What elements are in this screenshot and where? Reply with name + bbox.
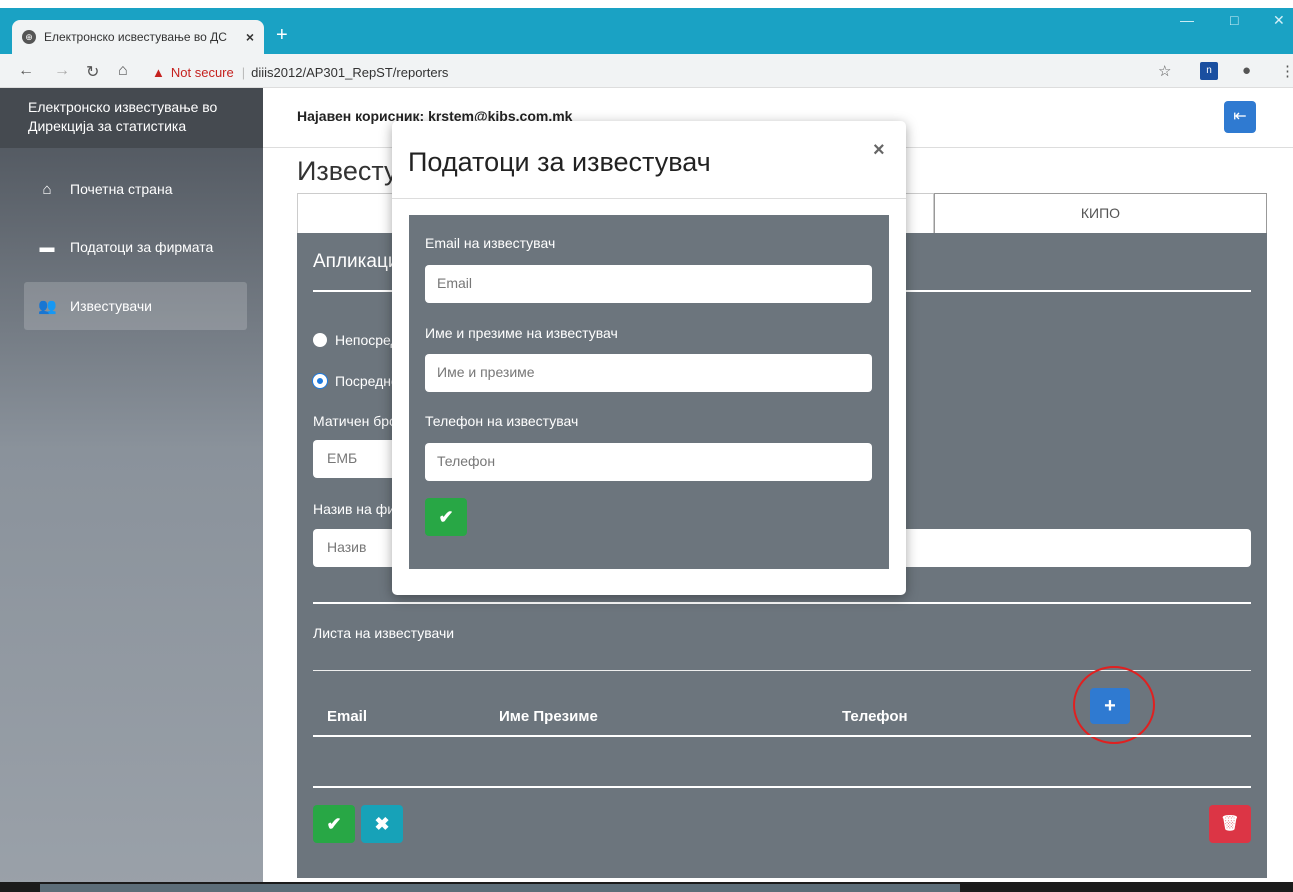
back-icon[interactable]: ←: [18, 62, 34, 80]
sidebar-brand[interactable]: Електронско известување во Дирекција за …: [0, 88, 263, 148]
highlight-circle: [1073, 666, 1155, 744]
email-input[interactable]: Email: [425, 265, 872, 303]
sign-out-icon: ⇤: [1233, 108, 1247, 125]
phone-label: Телефон на известувач: [425, 413, 579, 429]
window-close-button[interactable]: ✕: [1273, 12, 1285, 29]
fullname-label: Име и презиме на известувач: [425, 325, 618, 341]
emb-label: Матичен број: [313, 413, 400, 429]
radio-label: Посредно: [335, 373, 399, 389]
omnibox-separator: |: [241, 64, 246, 80]
taskbar: [0, 882, 1293, 892]
sidebar: Електронско известување во Дирекција за …: [0, 88, 263, 892]
extension-icon[interactable]: n: [1200, 62, 1218, 80]
maximize-button[interactable]: □: [1230, 12, 1238, 28]
sidebar-item-home[interactable]: ⌂ Почетна страна: [24, 165, 247, 213]
minimize-button[interactable]: —: [1180, 12, 1194, 28]
divider: [313, 786, 1251, 788]
fullname-input[interactable]: Име и презиме: [425, 354, 872, 392]
radio-circle[interactable]: [313, 333, 327, 347]
briefcase-icon: ▬: [39, 238, 55, 256]
modal-form: Email на известувач Email Име и презиме …: [409, 215, 889, 569]
reporters-list-title: Листа на известувачи: [313, 625, 455, 641]
modal-title: Податоци за известувач: [408, 147, 711, 177]
sidebar-item-company[interactable]: ▬ Податоци за фирмата: [24, 223, 247, 271]
title-bar-top: [0, 0, 1293, 8]
browser-tab-strip: ⊕ Електронско исвестување во ДС × + — □ …: [0, 0, 1293, 54]
modal-divider: [392, 198, 906, 199]
forward-icon[interactable]: →: [54, 62, 70, 80]
radio-circle-selected[interactable]: [313, 374, 327, 388]
column-header-phone: Телефон: [842, 708, 908, 725]
phone-input[interactable]: Телефон: [425, 443, 872, 481]
logout-button[interactable]: ⇤: [1224, 101, 1256, 133]
tab-close-icon[interactable]: ×: [246, 29, 254, 45]
home-icon: ⌂: [42, 180, 52, 198]
new-tab-button[interactable]: +: [276, 24, 288, 47]
warning-icon: ▲: [152, 64, 165, 80]
tab-kipo[interactable]: КИПО: [934, 193, 1267, 233]
column-header-name: Име Презиме: [499, 708, 598, 725]
omnibox[interactable]: ▲ Not secure | diiis2012/AP301_RepST/rep…: [152, 60, 1182, 84]
tab-title: Електронско исвестување во ДС: [44, 30, 227, 44]
browser-tab[interactable]: ⊕ Електронско исвестување во ДС ×: [12, 20, 264, 54]
reload-icon[interactable]: ↻: [86, 62, 99, 82]
sidebar-item-label: Податоци за фирмата: [70, 239, 214, 255]
sidebar-item-label: Известувачи: [70, 298, 152, 314]
star-icon[interactable]: ☆: [1158, 62, 1171, 80]
account-icon[interactable]: ●: [1242, 62, 1251, 79]
reporter-modal: Податоци за известувач × Email на извест…: [392, 121, 906, 595]
divider: [313, 735, 1251, 737]
modal-confirm-button[interactable]: ✔: [425, 498, 467, 536]
radio-indirect[interactable]: Посредно: [313, 373, 399, 389]
modal-close-icon[interactable]: ×: [873, 139, 885, 162]
taskbar-strip: [40, 884, 960, 892]
sidebar-item-label: Почетна страна: [70, 181, 173, 197]
sidebar-item-reporters[interactable]: 👥 Известувачи: [24, 282, 247, 330]
not-secure-label[interactable]: Not secure: [171, 65, 234, 80]
save-button[interactable]: ✔: [313, 805, 355, 843]
divider: [313, 602, 1251, 604]
email-label: Email на известувач: [425, 235, 556, 251]
url-text[interactable]: diiis2012/AP301_RepST/reporters: [251, 65, 448, 80]
menu-icon[interactable]: ⋮: [1280, 62, 1293, 80]
column-header-email: Email: [327, 708, 368, 725]
home-icon[interactable]: ⌂: [118, 62, 128, 80]
users-icon: 👥: [38, 298, 57, 315]
cancel-button[interactable]: ✖: [361, 805, 403, 843]
globe-icon: ⊕: [22, 30, 36, 44]
address-toolbar: ← → ↻ ⌂ ▲ Not secure | diiis2012/AP301_R…: [0, 54, 1293, 88]
delete-button[interactable]: 🗑: [1209, 805, 1251, 843]
